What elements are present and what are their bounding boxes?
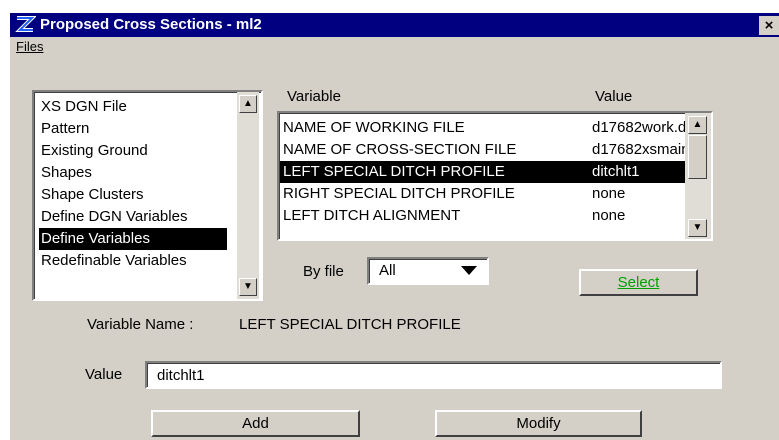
scroll-up-icon[interactable]: ▲ bbox=[688, 116, 707, 134]
modify-button[interactable]: Modify bbox=[435, 410, 642, 437]
variable-value: d17682xsmain bbox=[592, 141, 690, 158]
variable-row[interactable]: RIGHT SPECIAL DITCH PROFILE none bbox=[280, 183, 702, 205]
menu-bar: Files bbox=[10, 38, 779, 56]
category-list[interactable]: XS DGN File Pattern Existing Ground Shap… bbox=[32, 90, 263, 301]
category-item[interactable]: Existing Ground bbox=[39, 140, 227, 162]
variable-row[interactable]: NAME OF CROSS-SECTION FILE d17682xsmain bbox=[280, 139, 702, 161]
category-item[interactable]: Define DGN Variables bbox=[39, 206, 227, 228]
category-item[interactable]: Shape Clusters bbox=[39, 184, 227, 206]
variable-column-header: Variable bbox=[287, 88, 341, 105]
scroll-down-icon[interactable]: ▼ bbox=[688, 219, 707, 237]
variable-row[interactable]: LEFT DITCH ALIGNMENT none bbox=[280, 205, 702, 227]
proposed-cross-sections-dialog: Proposed Cross Sections - ml2 × Files XS… bbox=[9, 12, 779, 440]
dropdown-arrow-icon[interactable] bbox=[461, 266, 477, 275]
by-file-label: By file bbox=[303, 263, 344, 280]
variable-row-selected[interactable]: LEFT SPECIAL DITCH PROFILE ditchlt1 bbox=[280, 161, 702, 183]
variable-name: LEFT DITCH ALIGNMENT bbox=[283, 207, 461, 224]
title-bar[interactable]: Proposed Cross Sections - ml2 × bbox=[10, 13, 779, 37]
app-logo-icon bbox=[15, 16, 36, 32]
variable-name: LEFT SPECIAL DITCH PROFILE bbox=[283, 163, 505, 180]
category-item-selected[interactable]: Define Variables bbox=[39, 228, 227, 250]
variable-name-value: LEFT SPECIAL DITCH PROFILE bbox=[239, 316, 461, 333]
close-button[interactable]: × bbox=[759, 16, 779, 35]
value-input[interactable]: ditchlt1 bbox=[145, 361, 722, 389]
variable-value: none bbox=[592, 207, 626, 224]
add-button[interactable]: Add bbox=[151, 410, 360, 437]
category-item[interactable]: XS DGN File bbox=[39, 96, 227, 118]
by-file-value: All bbox=[379, 262, 396, 279]
category-item[interactable]: Pattern bbox=[39, 118, 227, 140]
value-column-header: Value bbox=[595, 88, 633, 105]
category-scrollbar[interactable]: ▲ ▼ bbox=[237, 92, 259, 299]
scroll-down-icon[interactable]: ▼ bbox=[239, 278, 257, 296]
menu-files[interactable]: Files bbox=[16, 39, 43, 54]
variable-name: RIGHT SPECIAL DITCH PROFILE bbox=[283, 185, 515, 202]
value-input-text: ditchlt1 bbox=[157, 367, 205, 384]
scroll-up-icon[interactable]: ▲ bbox=[239, 95, 257, 113]
variables-list[interactable]: NAME OF WORKING FILE d17682work.d NAME O… bbox=[277, 111, 713, 241]
variable-name-label: Variable Name : bbox=[87, 316, 194, 333]
variables-scrollbar[interactable]: ▲ ▼ bbox=[685, 113, 711, 239]
variable-name: NAME OF WORKING FILE bbox=[283, 119, 465, 136]
select-button[interactable]: Select bbox=[579, 269, 698, 296]
by-file-dropdown[interactable]: All bbox=[367, 257, 489, 285]
variable-row[interactable]: NAME OF WORKING FILE d17682work.d bbox=[280, 117, 702, 139]
variable-value: none bbox=[592, 185, 626, 202]
scroll-thumb[interactable] bbox=[688, 135, 707, 179]
variable-value: ditchlt1 bbox=[592, 163, 640, 180]
category-item[interactable]: Shapes bbox=[39, 162, 227, 184]
variable-name: NAME OF CROSS-SECTION FILE bbox=[283, 141, 517, 158]
window-title: Proposed Cross Sections - ml2 bbox=[40, 16, 262, 33]
value-label: Value bbox=[85, 366, 123, 383]
category-item[interactable]: Redefinable Variables bbox=[39, 250, 227, 272]
variable-value: d17682work.d bbox=[592, 119, 687, 136]
